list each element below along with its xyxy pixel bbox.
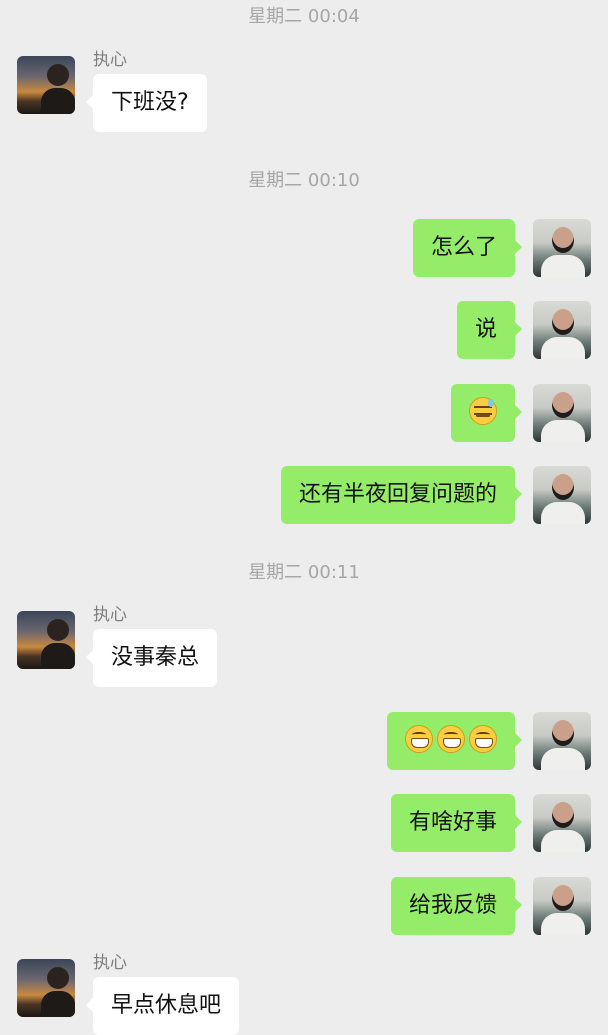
message-bubble-outgoing[interactable]: 有啥好事 — [390, 794, 523, 852]
message-text: 怎么了 — [430, 235, 497, 260]
sender-name: 执心 — [93, 605, 127, 625]
timestamp: 星期二 00:04 — [248, 6, 360, 27]
message-bubble-incoming[interactable]: 早点休息吧 — [85, 977, 240, 1035]
message-bubble-incoming[interactable]: 下班没? — [86, 74, 207, 132]
timestamp: 星期二 00:10 — [248, 170, 360, 191]
message-bubble-outgoing[interactable]: 给我反馈 — [390, 877, 523, 935]
my-avatar[interactable] — [533, 877, 591, 935]
timestamp: 星期二 00:11 — [248, 562, 360, 583]
message-bubble-incoming[interactable]: 没事秦总 — [85, 629, 218, 687]
my-avatar[interactable] — [533, 219, 591, 277]
my-avatar[interactable] — [533, 794, 591, 852]
message-text: 还有半夜回复问题的 — [298, 482, 497, 507]
sender-name: 执心 — [93, 953, 127, 973]
message-text: 给我反馈 — [408, 893, 497, 918]
grin-icon — [405, 725, 433, 753]
message-text: 没事秦总 — [111, 645, 200, 670]
contact-avatar[interactable] — [17, 611, 75, 669]
message-bubble-outgoing[interactable]: 说 — [456, 301, 523, 359]
message-text: 下班没? — [111, 90, 189, 115]
my-avatar[interactable] — [533, 712, 591, 770]
contact-avatar[interactable] — [17, 56, 75, 114]
my-avatar[interactable] — [533, 301, 591, 359]
grin-icon — [469, 725, 497, 753]
message-text: 有啥好事 — [408, 810, 497, 835]
my-avatar[interactable] — [533, 466, 591, 524]
message-bubble-outgoing[interactable] — [451, 384, 522, 442]
sender-name: 执心 — [93, 50, 127, 70]
message-text: 早点休息吧 — [111, 993, 222, 1018]
sweat-smile-icon — [469, 397, 497, 425]
contact-avatar[interactable] — [17, 959, 75, 1017]
message-bubble-outgoing[interactable]: 还有半夜回复问题的 — [280, 466, 523, 524]
message-bubble-outgoing[interactable]: 怎么了 — [412, 219, 523, 277]
grin-icon — [437, 725, 465, 753]
message-bubble-outgoing[interactable] — [387, 712, 522, 770]
message-text: 说 — [474, 317, 497, 342]
my-avatar[interactable] — [533, 384, 591, 442]
